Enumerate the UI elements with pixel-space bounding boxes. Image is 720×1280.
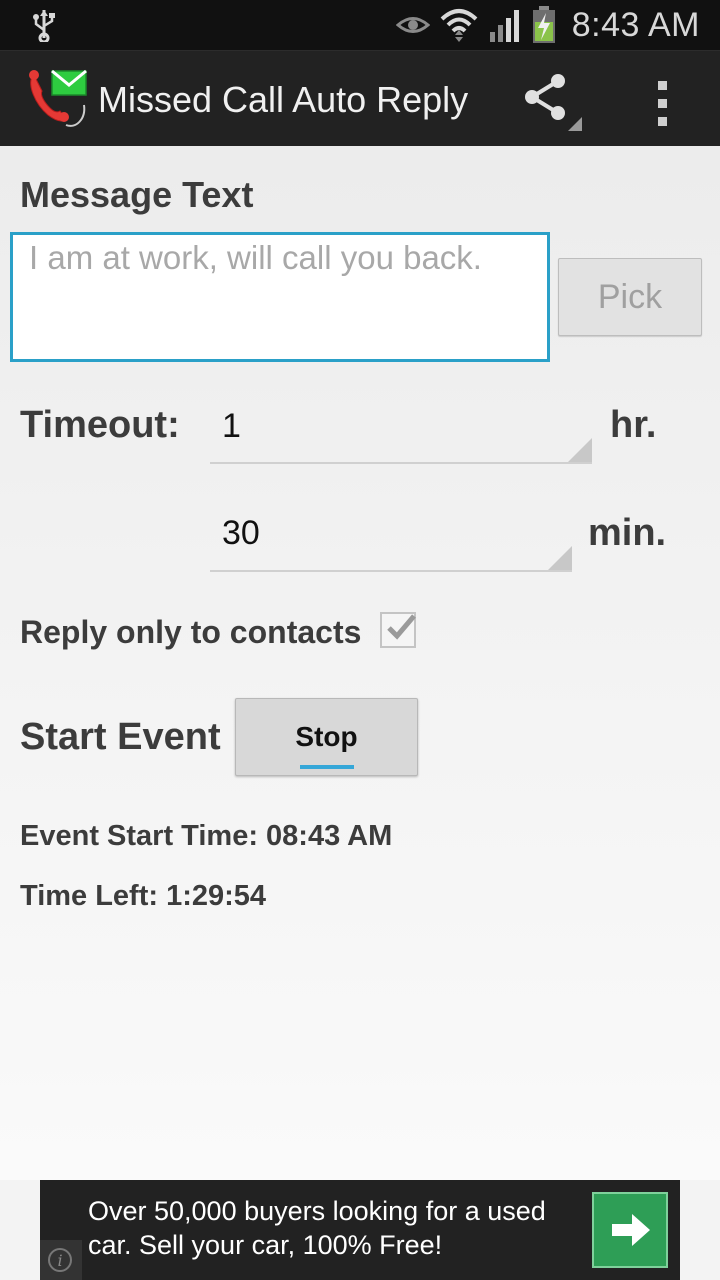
hours-spinner[interactable]: 1: [210, 390, 592, 464]
start-event-label: Start Event: [20, 716, 221, 758]
info-icon: i: [48, 1248, 72, 1272]
status-bar: 8:43 AM: [0, 0, 720, 50]
action-bar: Missed Call Auto Reply: [0, 50, 720, 146]
app-title: Missed Call Auto Reply: [98, 79, 469, 120]
pick-button[interactable]: Pick: [558, 258, 702, 336]
ad-info-button[interactable]: i: [40, 1240, 82, 1280]
dropdown-triangle-icon: [568, 438, 592, 462]
message-text-label: Message Text: [20, 174, 254, 215]
eye-icon: [395, 17, 430, 33]
ad-banner[interactable]: Over 50,000 buyers looking for a used ca…: [40, 1180, 680, 1280]
minutes-value: 30: [222, 513, 260, 552]
minutes-spinner[interactable]: 30: [210, 496, 572, 572]
hours-unit-label: hr.: [610, 404, 657, 446]
ad-text[interactable]: Over 50,000 buyers looking for a used ca…: [88, 1194, 588, 1262]
usb-icon: [33, 10, 55, 42]
ad-arrow-button[interactable]: [592, 1192, 668, 1268]
overflow-menu-icon[interactable]: [642, 73, 684, 133]
reply-contacts-label: Reply only to contacts: [20, 614, 362, 650]
share-icon[interactable]: [518, 73, 588, 137]
reply-contacts-checkbox[interactable]: [380, 612, 416, 648]
timeout-label: Timeout:: [20, 404, 180, 446]
event-start-time: Event Start Time: 08:43 AM: [20, 820, 393, 852]
time-left: Time Left: 1:29:54: [20, 880, 267, 912]
checkmark-icon: [387, 614, 416, 640]
signal-icon: [489, 10, 519, 42]
missed-call-sms-icon[interactable]: [26, 69, 90, 131]
message-text-input[interactable]: [10, 232, 550, 362]
minutes-unit-label: min.: [588, 512, 667, 554]
stop-button-label: Stop: [295, 721, 358, 752]
status-time: 8:43 AM: [571, 5, 700, 44]
stop-button[interactable]: Stop: [235, 698, 418, 776]
battery-charging-icon: [532, 6, 555, 43]
wifi-icon: [440, 9, 478, 42]
main-content: Message Text Pick Timeout: 1 hr. 30 min.…: [0, 146, 720, 1180]
hours-value: 1: [222, 406, 241, 445]
focus-indicator: [300, 765, 354, 769]
dropdown-triangle-icon: [548, 546, 572, 570]
arrow-right-icon: [612, 1214, 650, 1246]
